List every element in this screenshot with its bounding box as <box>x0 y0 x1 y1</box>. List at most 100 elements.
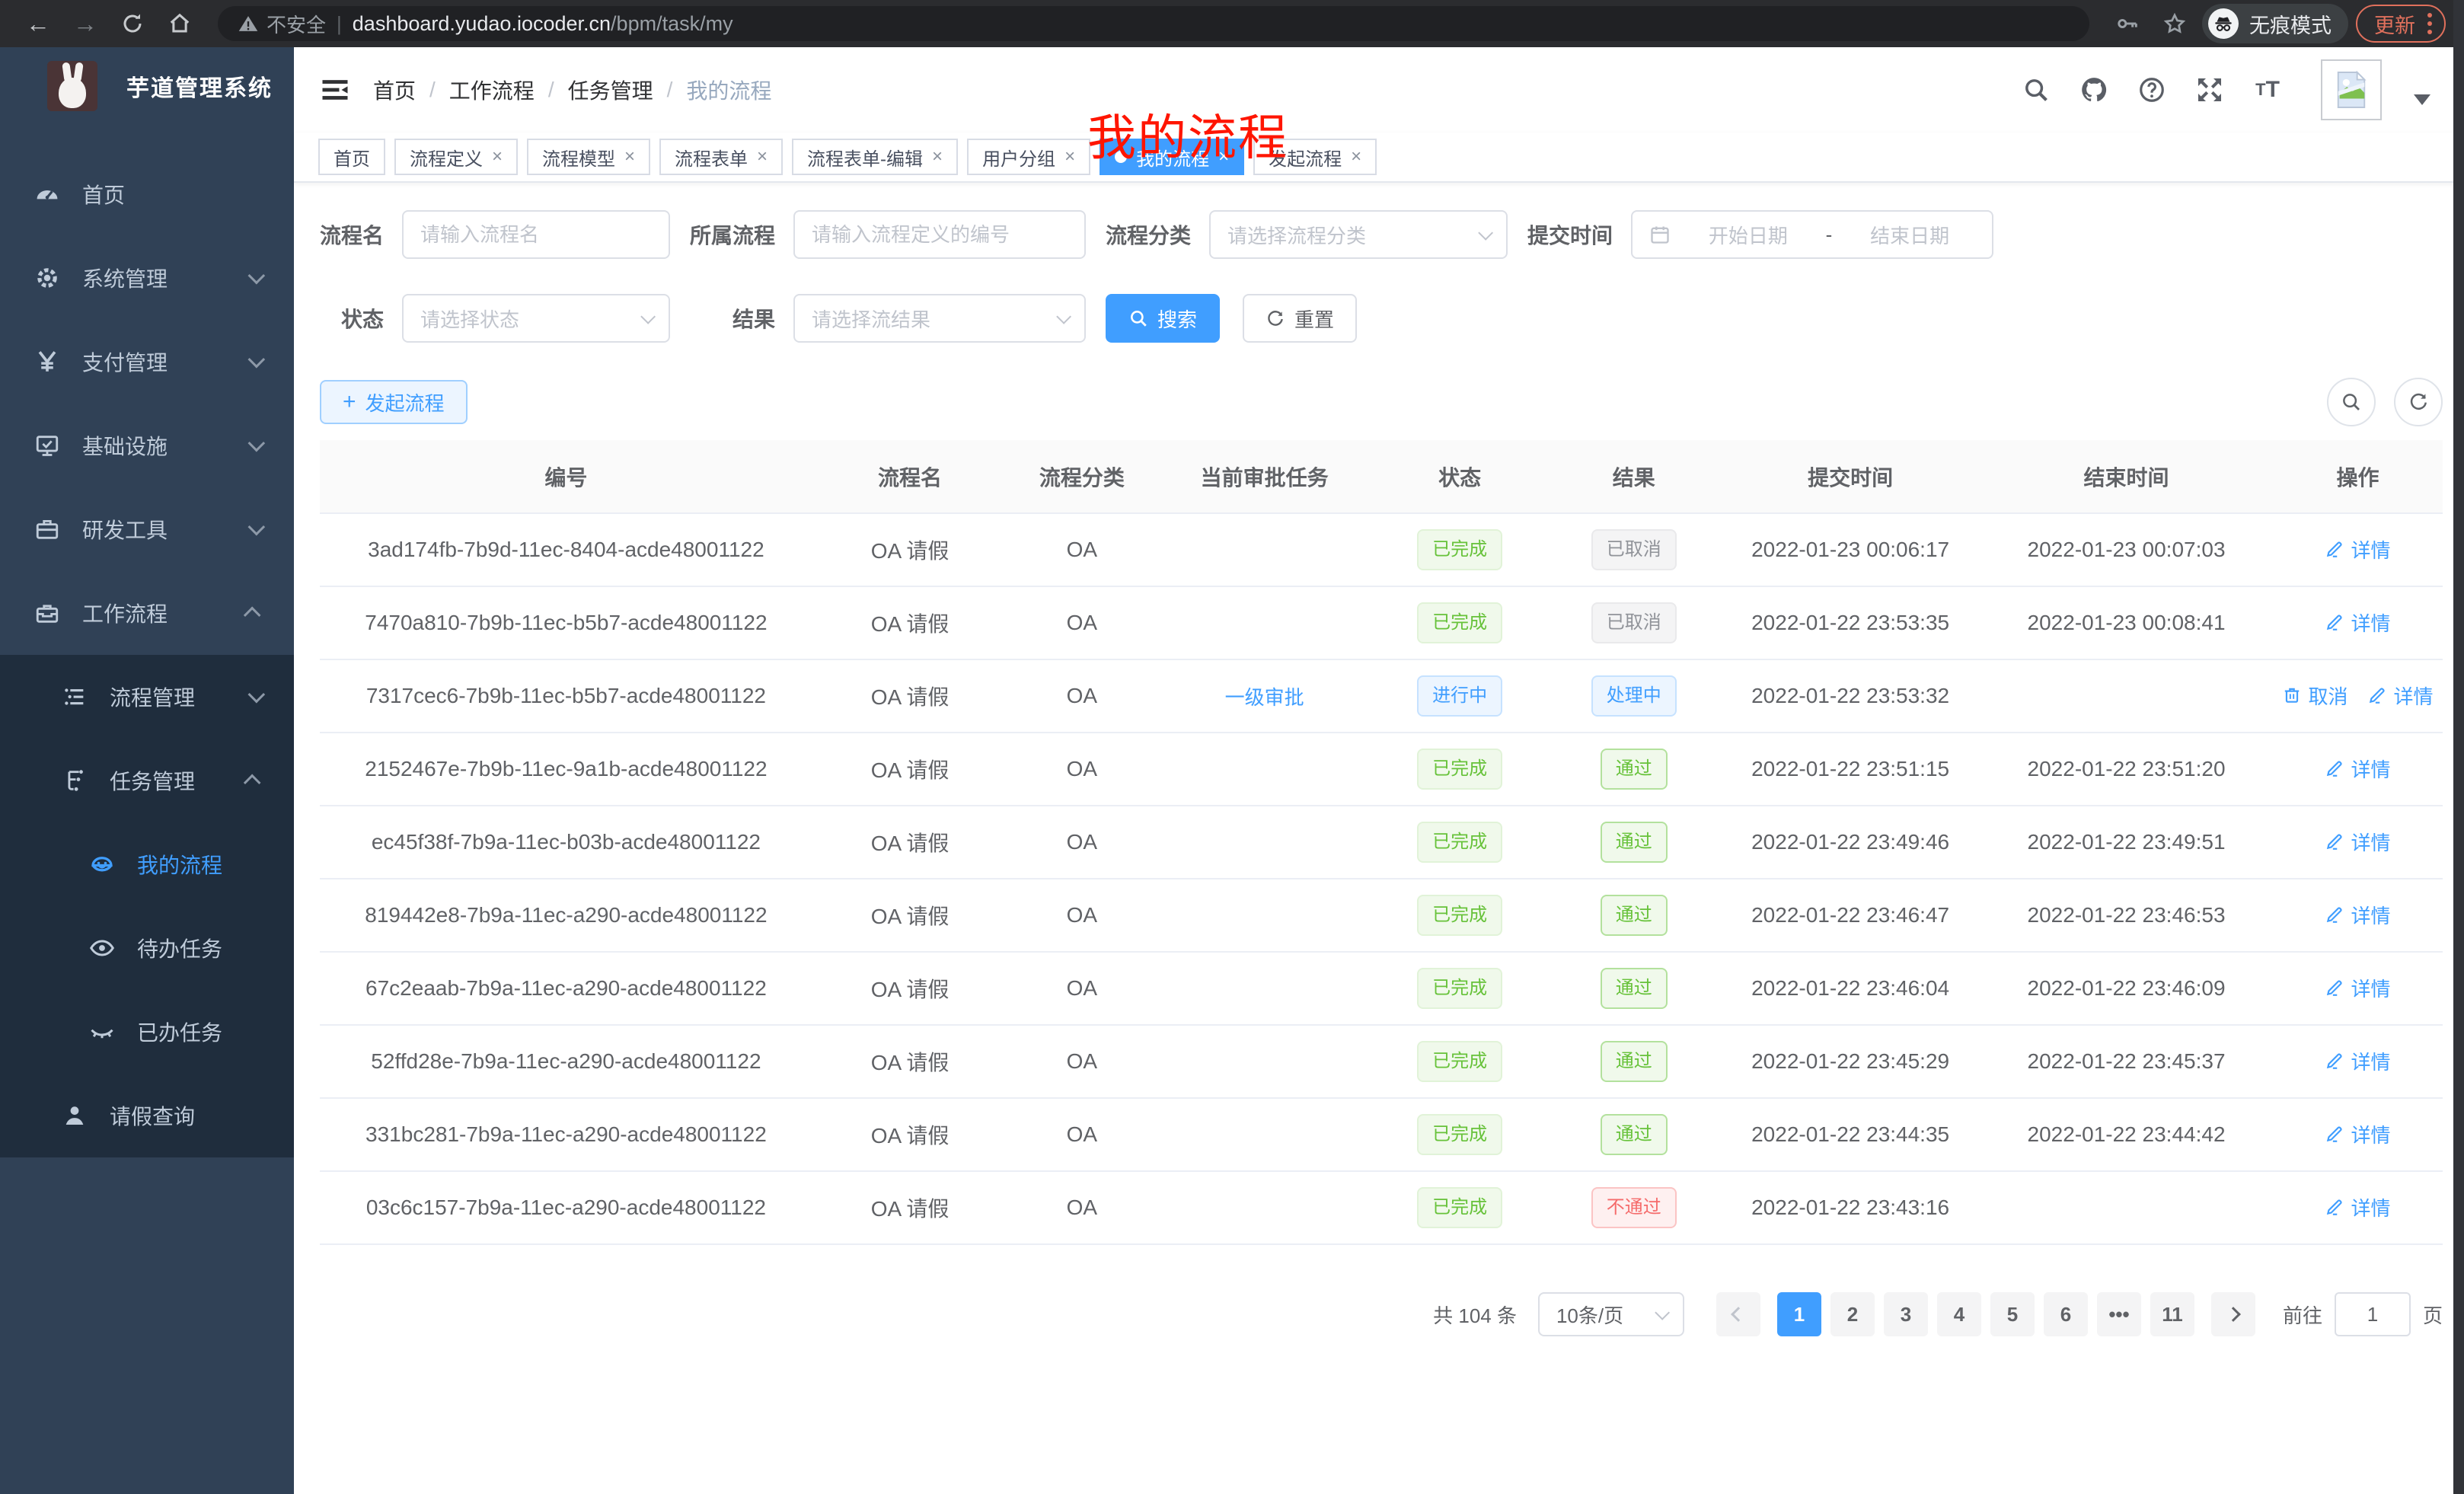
sidebar-item-label: 基础设施 <box>82 430 168 461</box>
detail-link[interactable]: 详情 <box>2325 901 2390 929</box>
page-button-6[interactable]: 6 <box>2044 1292 2088 1336</box>
prev-page-button[interactable] <box>1716 1292 1760 1336</box>
avatar-dropdown-caret[interactable] <box>2414 94 2430 105</box>
goto-page-input[interactable] <box>2335 1292 2411 1336</box>
browser-update-button[interactable]: 更新 <box>2356 5 2446 43</box>
sidebar-item-home[interactable]: 首页 <box>0 152 294 236</box>
sidebar-item-devtools[interactable]: 研发工具 <box>0 487 294 571</box>
page-button-2[interactable]: 2 <box>1830 1292 1875 1336</box>
broken-image-icon <box>2334 70 2369 110</box>
security-status[interactable]: 不安全 <box>238 10 326 38</box>
github-link[interactable] <box>2076 72 2112 108</box>
process-id-input[interactable] <box>793 210 1086 259</box>
search-button[interactable]: 搜索 <box>1106 294 1220 343</box>
page-button-3[interactable]: 3 <box>1884 1292 1928 1336</box>
detail-link[interactable]: 详情 <box>2367 682 2433 710</box>
detail-link[interactable]: 详情 <box>2325 608 2390 637</box>
current-task-link[interactable]: 一级审批 <box>1225 682 1304 710</box>
submit-time: 2022-01-22 23:46:04 <box>1721 952 1980 1025</box>
breadcrumb-item[interactable]: 任务管理 <box>568 75 653 105</box>
tab-流程模型[interactable]: 流程模型× <box>527 139 650 175</box>
address-bar[interactable]: 不安全 | dashboard.yudao.iocoder.cn/bpm/tas… <box>218 6 2089 41</box>
sidebar-fold-button[interactable] <box>318 73 352 107</box>
help-button[interactable] <box>2134 72 2170 108</box>
sidebar-item-my-process[interactable]: 我的流程 <box>0 822 294 906</box>
category-select[interactable]: 请选择流程分类 <box>1209 210 1508 259</box>
detail-link[interactable]: 详情 <box>2325 1120 2390 1148</box>
yen-icon <box>34 348 61 375</box>
sidebar-item-pay[interactable]: 支付管理 <box>0 320 294 404</box>
page-size-select[interactable]: 10条/页 <box>1538 1292 1684 1336</box>
page-button-1[interactable]: 1 <box>1777 1292 1821 1336</box>
tab-流程定义[interactable]: 流程定义× <box>394 139 518 175</box>
breadcrumb-item[interactable]: 工作流程 <box>449 75 535 105</box>
status-cell: 已完成 <box>1373 733 1547 806</box>
sidebar-item-label: 系统管理 <box>82 263 168 293</box>
sidebar-item-workflow[interactable]: 工作流程 <box>0 571 294 655</box>
tab-首页[interactable]: 首页 <box>318 139 385 175</box>
sidebar-item-done-task[interactable]: 已办任务 <box>0 990 294 1074</box>
result-select[interactable]: 请选择流结果 <box>793 294 1086 343</box>
sidebar-item-leave-query[interactable]: 请假查询 <box>0 1074 294 1157</box>
browser-home-button[interactable] <box>160 7 199 40</box>
submit-time: 2022-01-22 23:53:35 <box>1721 586 1980 659</box>
close-icon[interactable]: × <box>1351 146 1361 168</box>
process-name-input[interactable] <box>402 210 670 259</box>
sidebar-item-system[interactable]: 系统管理 <box>0 236 294 320</box>
process-id: 2152467e-7b9b-11ec-9a1b-acde48001122 <box>320 733 812 806</box>
browser-forward-button[interactable]: → <box>65 7 105 40</box>
avatar[interactable] <box>2321 59 2382 120</box>
close-icon[interactable]: × <box>624 146 635 168</box>
fullscreen-button[interactable] <box>2191 72 2228 108</box>
table-header-row: 编号流程名流程分类当前审批任务状态结果提交时间结束时间操作 <box>320 440 2443 513</box>
breadcrumb-item[interactable]: 首页 <box>373 75 416 105</box>
edit-icon <box>2325 978 2344 998</box>
detail-link[interactable]: 详情 <box>2325 535 2390 563</box>
tab-流程表单[interactable]: 流程表单× <box>659 139 783 175</box>
process-name: OA 请假 <box>812 1098 1007 1171</box>
font-size-button[interactable]: TT <box>2249 72 2286 108</box>
sidebar-item-todo-task[interactable]: 待办任务 <box>0 906 294 990</box>
detail-link[interactable]: 详情 <box>2325 1047 2390 1075</box>
detail-link[interactable]: 详情 <box>2325 974 2390 1002</box>
tab-流程表单-编辑[interactable]: 流程表单-编辑× <box>792 139 958 175</box>
sidebar-item-label: 请假查询 <box>110 1100 195 1131</box>
app-logo[interactable]: 芋道管理系统 <box>0 47 294 125</box>
more-pages-button[interactable]: ••• <box>2097 1292 2141 1336</box>
close-icon[interactable]: × <box>492 146 503 168</box>
detail-link[interactable]: 详情 <box>2325 828 2390 856</box>
refresh-table-button[interactable] <box>2394 378 2443 426</box>
submit-time-range-picker[interactable]: 开始日期 - 结束日期 <box>1631 210 1993 259</box>
browser-back-button[interactable]: ← <box>18 7 58 40</box>
browser-reload-button[interactable] <box>113 7 152 40</box>
browser-menu-icon[interactable] <box>2427 13 2432 34</box>
detail-link[interactable]: 详情 <box>2325 1193 2390 1221</box>
refresh-icon <box>1266 308 1285 328</box>
page-button-4[interactable]: 4 <box>1937 1292 1981 1336</box>
action-label: 详情 <box>2351 1120 2390 1148</box>
password-key-button[interactable] <box>2108 7 2147 40</box>
create-process-button[interactable]: + 发起流程 <box>320 380 468 424</box>
status-select[interactable]: 请选择状态 <box>402 294 670 343</box>
sidebar-item-process-mgmt[interactable]: 流程管理 <box>0 655 294 739</box>
toggle-search-button[interactable] <box>2327 378 2376 426</box>
sidebar-item-infra[interactable]: 基础设施 <box>0 404 294 487</box>
close-icon[interactable]: × <box>757 146 768 168</box>
sidebar-item-task-mgmt[interactable]: 任务管理 <box>0 739 294 822</box>
cancel-link[interactable]: 取消 <box>2282 682 2348 710</box>
header-search-button[interactable] <box>2018 72 2054 108</box>
tab-用户分组[interactable]: 用户分组× <box>967 139 1090 175</box>
bookmark-star-button[interactable] <box>2155 7 2194 40</box>
reset-button[interactable]: 重置 <box>1243 294 1357 343</box>
edit-icon <box>2325 1197 2344 1217</box>
process-name: OA 请假 <box>812 952 1007 1025</box>
page-button-11[interactable]: 11 <box>2150 1292 2194 1336</box>
page-button-5[interactable]: 5 <box>1990 1292 2035 1336</box>
browser-scrollbar[interactable] <box>2453 0 2464 1494</box>
close-icon[interactable]: × <box>932 146 943 168</box>
next-page-button[interactable] <box>2211 1292 2255 1336</box>
detail-link[interactable]: 详情 <box>2325 755 2390 783</box>
url-separator: | <box>337 12 342 36</box>
process-name: OA 请假 <box>812 879 1007 952</box>
close-icon[interactable]: × <box>1064 146 1075 168</box>
